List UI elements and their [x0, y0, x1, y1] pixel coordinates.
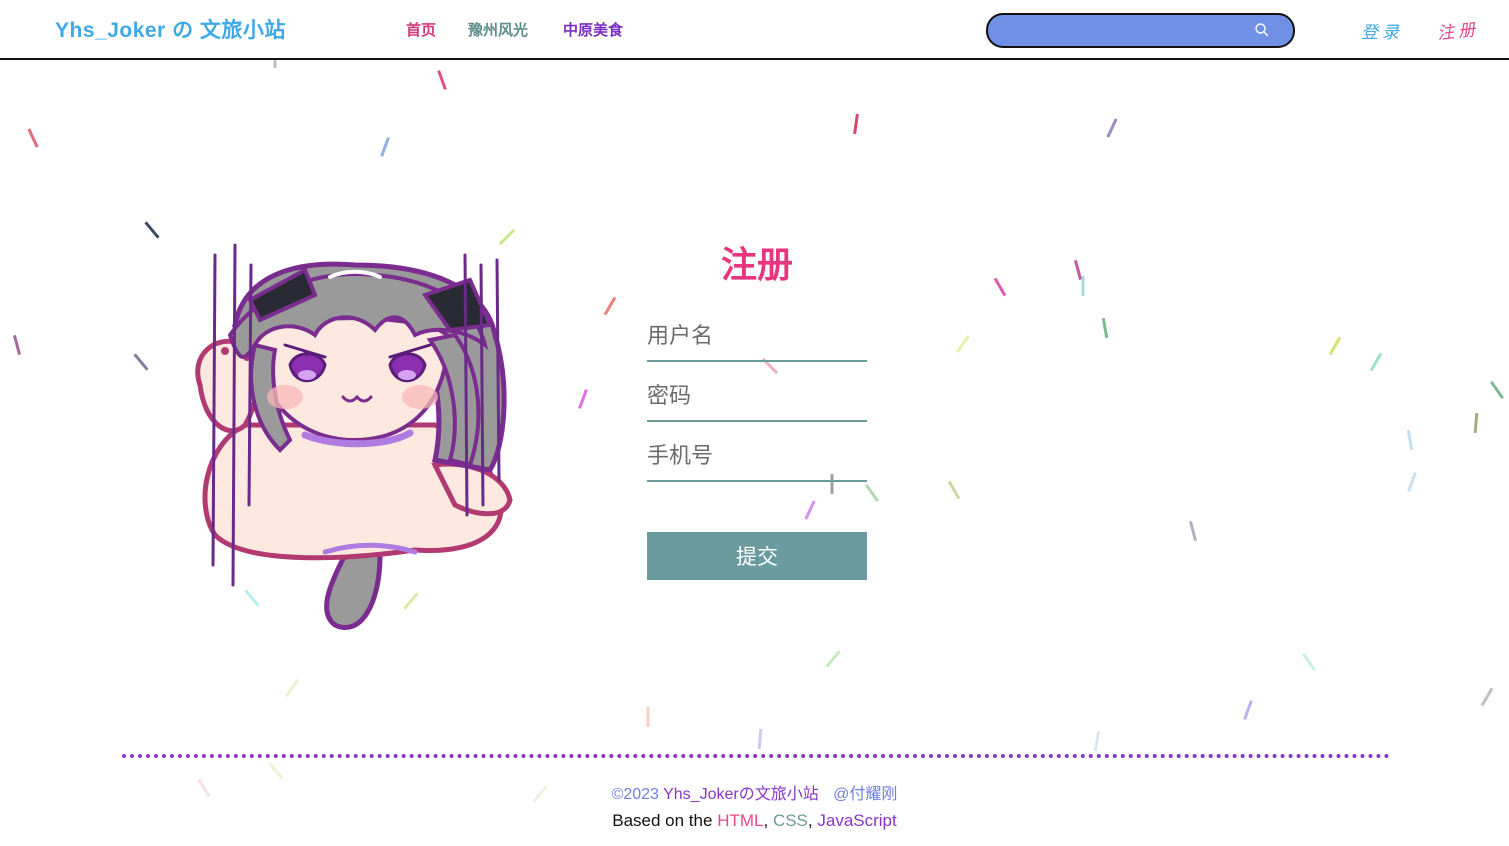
footer-divider	[122, 754, 1390, 758]
confetti-piece	[956, 334, 970, 354]
confetti-piece	[27, 128, 39, 148]
login-link[interactable]: 登录	[1361, 18, 1403, 43]
confetti-piece	[1101, 317, 1109, 339]
confetti-piece	[853, 113, 859, 135]
confetti-piece	[947, 480, 961, 500]
confetti-piece	[804, 500, 816, 520]
confetti-piece	[1188, 520, 1198, 542]
confetti-piece	[1490, 380, 1504, 400]
confetti-piece	[1406, 429, 1414, 451]
confetti-piece	[1407, 472, 1417, 492]
nav-home-link[interactable]: 首页	[406, 19, 436, 40]
mascot-illustration	[195, 243, 513, 630]
footer-site-name: Yhs_Jokerの文旅小站	[663, 786, 819, 803]
confetti-piece	[1093, 730, 1101, 752]
submit-button[interactable]: 提交	[647, 532, 867, 580]
confetti-piece	[1106, 118, 1118, 138]
confetti-piece	[1328, 336, 1342, 356]
confetti-piece	[757, 728, 763, 750]
form-title: 注册	[720, 245, 793, 286]
confetti-piece	[133, 353, 149, 371]
confetti-piece	[1243, 700, 1253, 720]
confetti-piece	[578, 389, 588, 409]
phone-field-wrapper	[647, 436, 867, 482]
confetti-piece	[603, 296, 617, 316]
password-input[interactable]	[647, 376, 867, 416]
confetti-piece	[1369, 352, 1383, 372]
tech-separator: ,	[763, 811, 769, 830]
username-field-wrapper	[647, 316, 867, 362]
top-navigation-bar: Yhs_Joker の 文旅小站 首页 豫州风光 中原美食 登录 注册	[0, 0, 1509, 60]
confetti-piece	[437, 70, 447, 90]
tech-separator: ,	[807, 811, 813, 830]
confetti-piece	[1480, 687, 1494, 707]
search-input[interactable]	[1000, 19, 1254, 44]
tech-css: CSS	[772, 811, 808, 830]
confetti-piece	[1073, 259, 1083, 281]
confetti-piece	[1081, 276, 1085, 296]
confetti-piece	[1302, 652, 1316, 672]
confetti-piece	[268, 762, 284, 780]
confetti-piece	[865, 483, 879, 503]
confetti-piece	[12, 334, 22, 356]
search-icon[interactable]	[1254, 22, 1270, 38]
tech-javascript: JavaScript	[817, 811, 897, 830]
confetti-piece	[993, 277, 1007, 297]
confetti-piece	[1473, 412, 1479, 434]
nav-food-link[interactable]: 中原美食	[563, 19, 623, 40]
confetti-piece	[285, 678, 299, 698]
confetti-piece	[646, 707, 650, 727]
search-bar[interactable]	[986, 13, 1295, 48]
nav-scenery-link[interactable]: 豫州风光	[468, 19, 528, 40]
footer-tech-line: Based on the HTML, CSS, JavaScript	[0, 811, 1509, 831]
based-on-text: Based on the	[612, 811, 713, 830]
confetti-piece	[380, 137, 390, 157]
site-title[interactable]: Yhs_Joker の 文旅小站	[55, 14, 286, 44]
footer-author: @付耀刚	[833, 786, 898, 803]
confetti-piece	[144, 221, 160, 239]
password-field-wrapper	[647, 376, 867, 422]
confetti-piece	[825, 650, 841, 668]
footer-copyright-line: ©2023 Yhs_Jokerの文旅小站 @付耀刚	[0, 780, 1509, 804]
username-input[interactable]	[647, 316, 867, 356]
tech-html: HTML	[717, 811, 764, 830]
phone-input[interactable]	[647, 436, 867, 476]
register-link[interactable]: 注册	[1436, 15, 1480, 44]
copyright-text: ©2023	[611, 786, 659, 803]
